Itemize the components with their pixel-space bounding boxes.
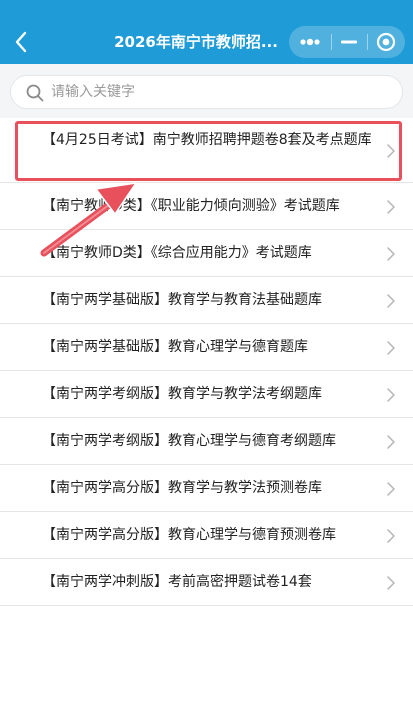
page-title: 2026年南宁市教师招...	[114, 33, 278, 51]
list-item[interactable]: 【南宁教师D类】《职业能力倾向测验》考试题库	[0, 183, 413, 230]
list-item-label: 【南宁两学冲刺版】考前高密押题试卷14套	[42, 574, 312, 590]
chevron-right-icon	[387, 341, 395, 355]
list-item-label: 【南宁两学考纲版】教育学与教学法考纲题库	[42, 386, 322, 402]
chevron-left-icon	[15, 31, 27, 53]
chevron-right-icon	[387, 482, 395, 496]
capsule-menu	[289, 26, 405, 58]
more-button[interactable]	[289, 26, 331, 58]
list-item[interactable]: 【南宁两学冲刺版】考前高密押题试卷14套	[0, 559, 413, 606]
nav-header: 2026年南宁市教师招...	[0, 0, 413, 64]
question-bank-list: 【4月25日考试】南宁教师招聘押题卷8套及考点题库 【南宁教师D类】《职业能力倾向…	[0, 119, 413, 606]
chevron-right-icon	[387, 200, 395, 214]
list-item[interactable]: 【南宁两学基础版】教育学与教育法基础题库	[0, 277, 413, 324]
list-item[interactable]: 【南宁两学考纲版】教育学与教学法考纲题库	[0, 371, 413, 418]
list-item[interactable]: 【南宁两学考纲版】教育心理学与德育考纲题库	[0, 418, 413, 465]
list-item[interactable]: 【南宁教师D类】《综合应用能力》考试题库	[0, 230, 413, 277]
back-button[interactable]	[8, 24, 36, 58]
list-item[interactable]: 【南宁两学高分版】教育学与教学法预测卷库	[0, 465, 413, 512]
minimize-button[interactable]	[331, 26, 367, 58]
list-item-label: 【南宁教师D类】《综合应用能力》考试题库	[42, 245, 312, 261]
list-item[interactable]: 【南宁两学高分版】教育心理学与德育预测卷库	[0, 512, 413, 559]
minus-icon	[341, 40, 357, 44]
list-item-label: 【南宁两学高分版】教育学与教学法预测卷库	[42, 480, 322, 496]
more-dots-icon	[300, 38, 320, 46]
list-item-label: 【南宁两学基础版】教育学与教育法基础题库	[42, 292, 322, 308]
chevron-right-icon	[387, 144, 395, 158]
list-item-label: 【南宁两学基础版】教育心理学与德育题库	[42, 339, 308, 355]
chevron-right-icon	[387, 294, 395, 308]
chevron-right-icon	[387, 247, 395, 261]
chevron-right-icon	[387, 388, 395, 402]
mini-program-page: 2026年南宁市教师招... 请输入关键字 【4月25日考试】南宁教师招聘押题卷…	[0, 0, 413, 716]
search-input[interactable]	[51, 76, 391, 108]
close-button[interactable]	[367, 26, 405, 58]
search-icon	[26, 84, 44, 102]
list-item[interactable]: 【4月25日考试】南宁教师招聘押题卷8套及考点题库	[0, 119, 413, 183]
list-item[interactable]: 【南宁两学基础版】教育心理学与德育题库	[0, 324, 413, 371]
chevron-right-icon	[387, 529, 395, 543]
chevron-right-icon	[387, 435, 395, 449]
list-item-label: 【南宁两学高分版】教育心理学与德育预测卷库	[42, 527, 336, 543]
list-item-label: 【南宁两学考纲版】教育心理学与德育考纲题库	[42, 433, 336, 449]
search-box[interactable]	[10, 75, 403, 109]
search-bar	[0, 64, 413, 118]
target-circle-icon	[376, 32, 396, 52]
chevron-right-icon	[387, 576, 395, 590]
list-item-label: 【南宁教师D类】《职业能力倾向测验》考试题库	[42, 198, 340, 214]
list-item-label: 【4月25日考试】南宁教师招聘押题卷8套及考点题库	[42, 132, 372, 148]
